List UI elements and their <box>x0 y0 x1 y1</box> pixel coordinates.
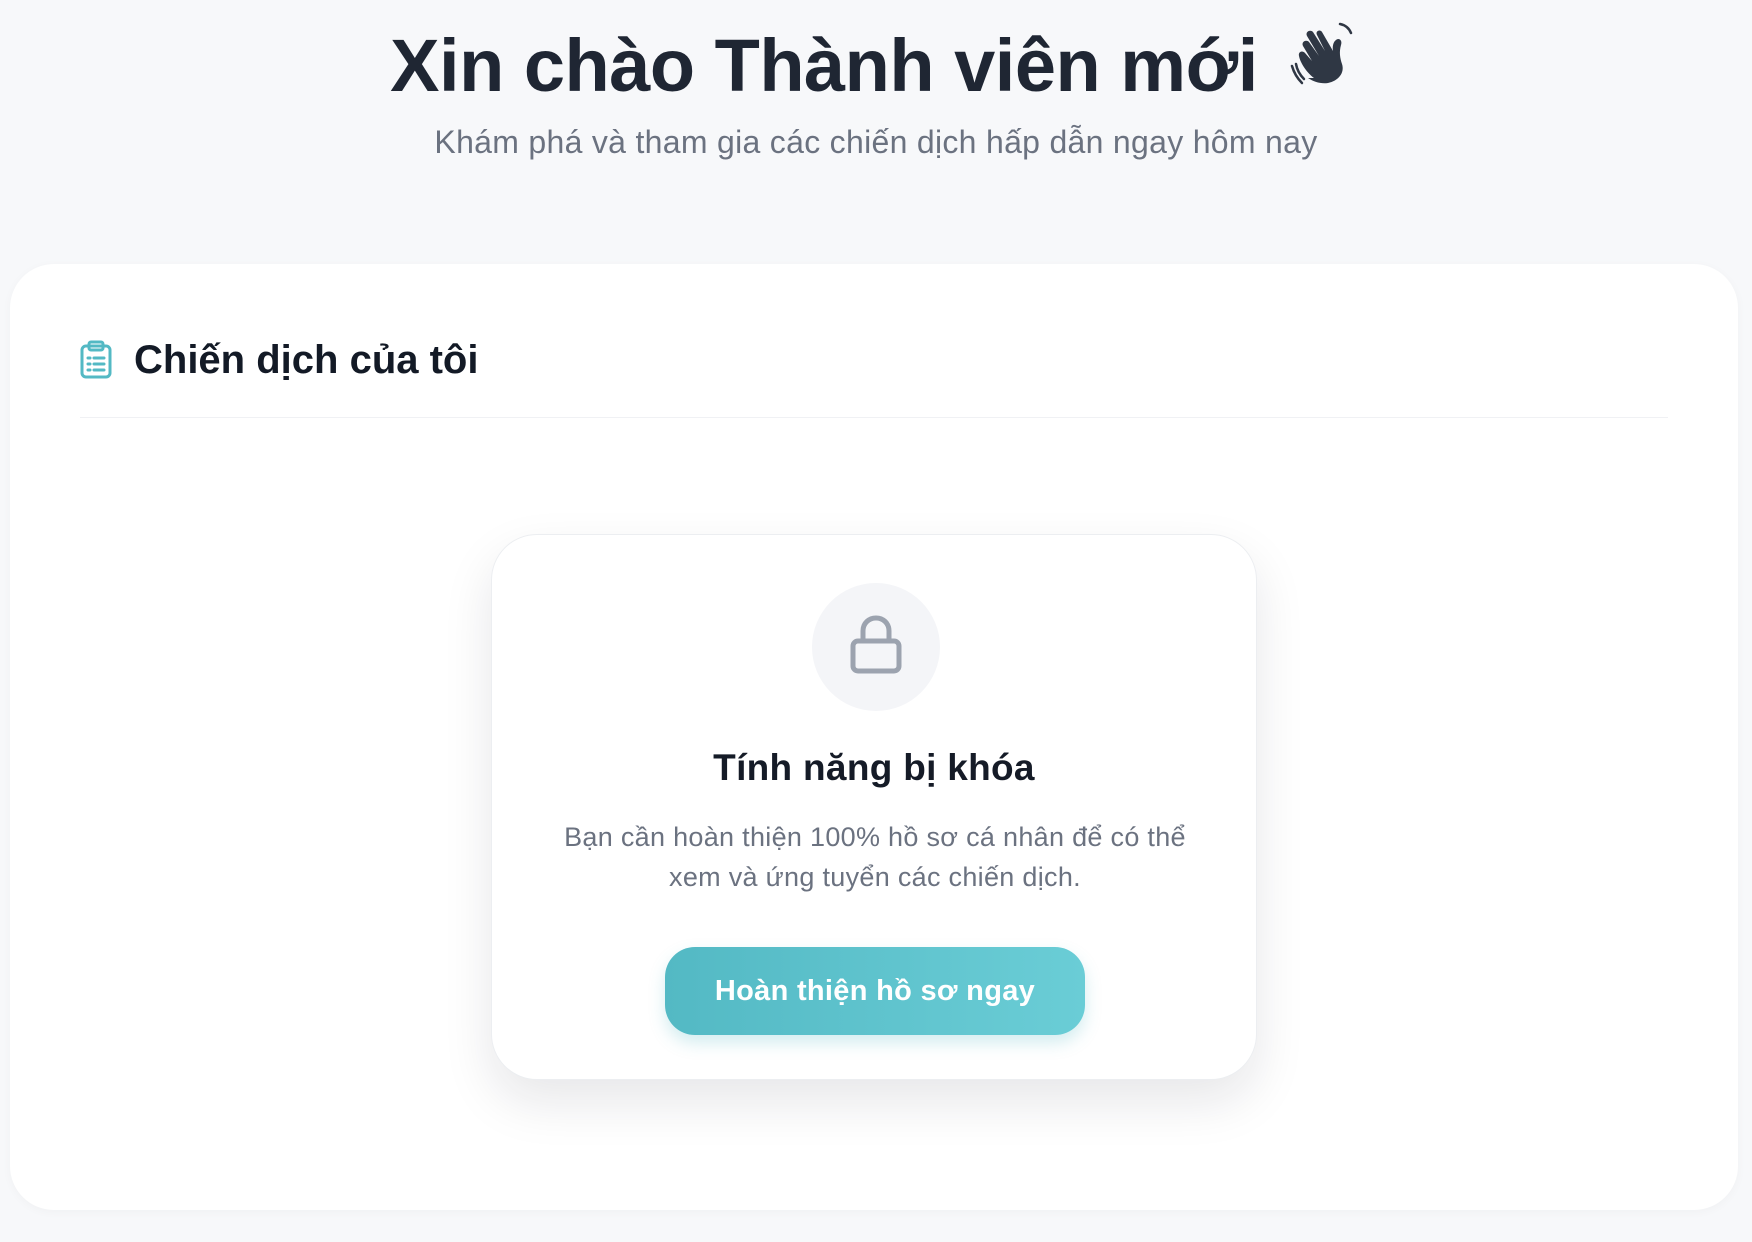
complete-profile-button[interactable]: Hoàn thiện hồ sơ ngay <box>665 947 1085 1035</box>
lock-badge <box>812 583 940 711</box>
header-divider <box>80 417 1668 418</box>
page-title: Xin chào Thành viên mới <box>0 16 1752 121</box>
waving-hand-icon <box>1290 15 1362 115</box>
locked-description: Bạn cần hoàn thiện 100% hồ sơ cá nhân để… <box>564 822 1186 892</box>
lock-icon <box>846 613 906 682</box>
campaigns-title: Chiến dịch của tôi <box>134 337 479 382</box>
clipboard-list-icon <box>78 340 114 380</box>
page-subtitle: Khám phá và tham gia các chiến dịch hấp … <box>434 124 1318 160</box>
locked-title: Tính năng bị khóa <box>713 747 1035 788</box>
locked-feature-card: Tính năng bị khóa Bạn cần hoàn thiện 100… <box>491 534 1257 1080</box>
page-title-text: Xin chào Thành viên mới <box>390 24 1258 107</box>
campaigns-header: Chiến dịch của tôi <box>78 330 478 390</box>
campaigns-panel: Chiến dịch của tôi Tính năng bị khóa Bạn… <box>10 264 1738 1210</box>
